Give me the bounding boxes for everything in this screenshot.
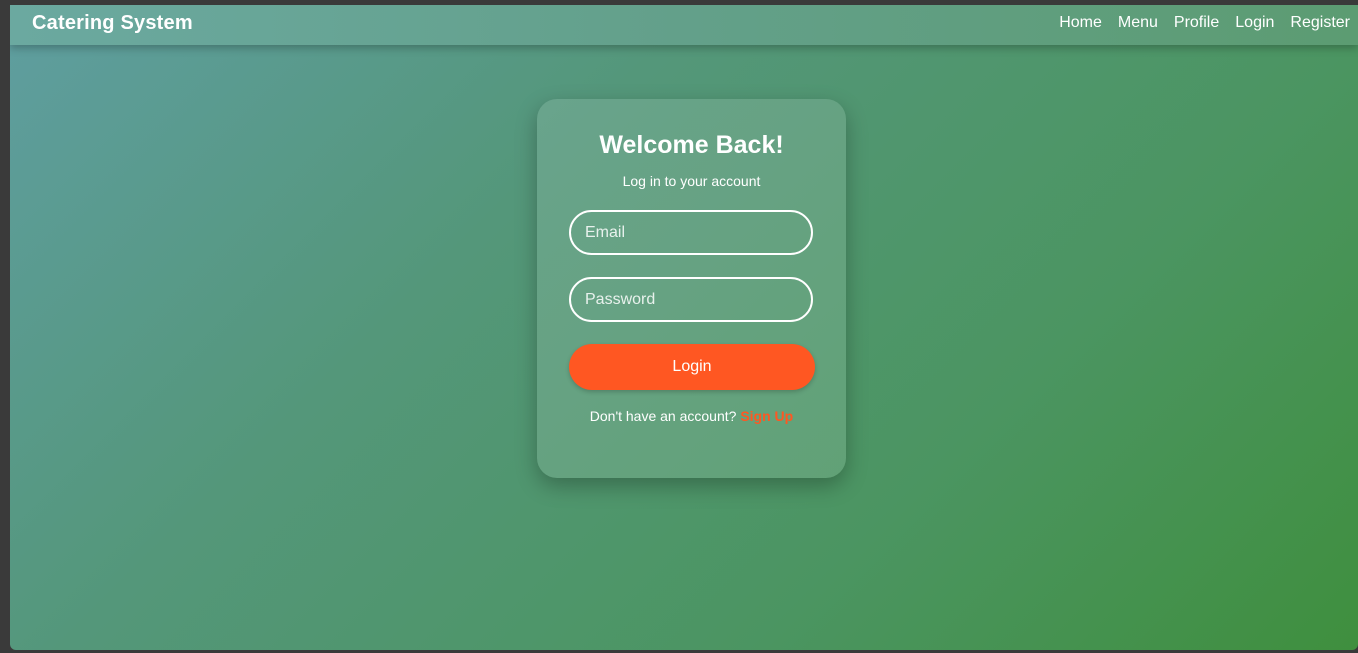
- password-field[interactable]: [569, 277, 813, 322]
- nav-link-login[interactable]: Login: [1235, 14, 1274, 32]
- signup-link[interactable]: Sign Up: [740, 408, 793, 424]
- signup-prompt: Don't have an account?: [589, 408, 737, 424]
- login-card: Welcome Back! Log in to your account Log…: [537, 99, 846, 478]
- signup-row: Don't have an account? Sign Up: [537, 408, 846, 424]
- login-subtitle: Log in to your account: [622, 173, 761, 189]
- app-window: Catering System Home Menu Profile Login …: [10, 5, 1358, 650]
- brand-title[interactable]: Catering System: [32, 12, 193, 35]
- nav-link-profile[interactable]: Profile: [1174, 14, 1219, 32]
- top-navbar: Catering System Home Menu Profile Login …: [10, 5, 1358, 45]
- login-title: Welcome Back!: [599, 131, 784, 159]
- email-field[interactable]: [569, 210, 813, 255]
- nav-link-menu[interactable]: Menu: [1118, 14, 1158, 32]
- nav-links: Home Menu Profile Login Register: [1059, 14, 1350, 32]
- nav-link-home[interactable]: Home: [1059, 14, 1102, 32]
- nav-link-register[interactable]: Register: [1290, 14, 1350, 32]
- login-button[interactable]: Login: [569, 344, 815, 390]
